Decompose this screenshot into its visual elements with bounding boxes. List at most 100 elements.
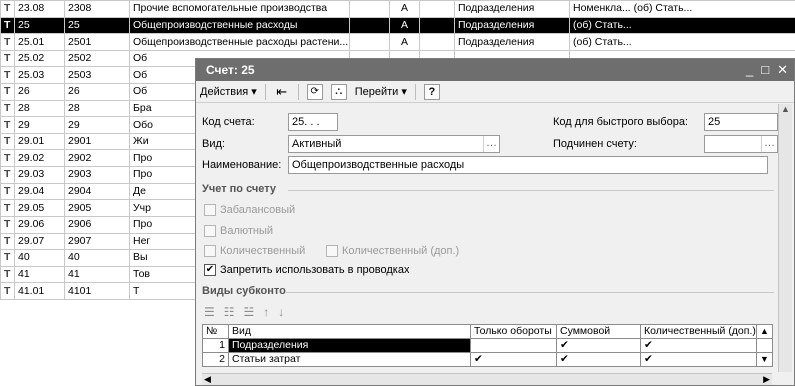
row-subconto-2: (об) Стать... (569, 33, 795, 51)
row-name: Общепроизводственные расходы (129, 16, 350, 35)
dialog-horizontal-scrollbar[interactable]: ◀ ▶ (202, 373, 772, 385)
quantity-checkbox[interactable]: Количественный (204, 245, 305, 257)
row-code: 28 (14, 99, 65, 118)
row-code-fast: 41 (64, 265, 130, 284)
structure-icon[interactable]: ⛬ (330, 83, 347, 100)
quick-code-input[interactable]: 25 (704, 113, 778, 131)
checkbox-box (326, 245, 338, 257)
quantity-extra-checkbox[interactable]: Количественный (доп.) (326, 245, 459, 257)
row-type-icon: Т (0, 66, 15, 85)
column-header[interactable]: Количественный (доп.) (640, 324, 757, 339)
row-type-icon: Т (0, 282, 15, 300)
row-code-fast: 40 (64, 249, 130, 267)
row-code: 26 (14, 83, 65, 101)
save-close-icon[interactable]: ⇤ (274, 84, 290, 100)
row-code: 29.05 (14, 199, 65, 217)
scroll-right-icon[interactable]: ▶ (763, 374, 770, 385)
checkbox-box (204, 204, 216, 216)
row-cell (419, 0, 455, 18)
row-code-fast: 29 (64, 116, 130, 134)
scroll-up-icon[interactable]: ▲ (756, 324, 773, 339)
table-row[interactable]: Т 25.01 2501 Общепроизводственные расходы р… (0, 33, 795, 51)
checkbox-box (204, 225, 216, 237)
forbid-postings-checkbox[interactable]: ✔ Запретить использовать в проводках (204, 264, 409, 276)
row-type-icon: Т (0, 132, 15, 151)
row-name: Прочие вспомогательные производства (129, 0, 350, 18)
row-cell (419, 16, 455, 35)
subconto-table: № Вид Только обороты Суммовой Количестве… (202, 324, 773, 367)
code-input[interactable]: 25. . . (288, 113, 338, 131)
move-down-icon[interactable]: ↓ (278, 305, 284, 319)
offbalance-checkbox[interactable]: Забалансовый (204, 204, 295, 216)
column-header[interactable]: Только обороты (470, 324, 557, 339)
column-header[interactable]: Вид (228, 324, 471, 339)
delete-row-icon[interactable]: ☷ (224, 305, 235, 319)
table-row[interactable]: 1 Подразделения ✔ ✔ (202, 338, 773, 353)
refresh-icon[interactable]: ⟳ (306, 83, 323, 100)
row-type-icon: Т (0, 265, 15, 284)
parent-label: Подчинен счету: (553, 138, 637, 150)
row-type-icon: Т (0, 199, 15, 217)
row-code: 41.01 (14, 282, 65, 300)
row-code: 25.01 (14, 33, 65, 51)
move-up-icon[interactable]: ↑ (263, 305, 269, 319)
actions-menu-button[interactable]: Действия ▾ (200, 85, 257, 99)
toolbar-separator (414, 83, 416, 100)
row-code-fast: 2904 (64, 182, 130, 201)
select-dots-icon[interactable]: … (761, 136, 777, 152)
table-row[interactable]: Т 25 25 Общепроизводственные расходы А Подраз… (0, 16, 795, 35)
row-activity: А (389, 33, 420, 51)
toolbar-separator (264, 83, 266, 100)
help-button[interactable]: ? (423, 83, 440, 100)
row-cell (349, 16, 390, 35)
row-code: 25.02 (14, 49, 65, 68)
row-code: 25 (14, 16, 65, 35)
select-dots-icon[interactable]: … (483, 136, 499, 152)
dialog-toolbar: Действия ▾ ⇤ ⟳ ⛬ Перейти ▾ ? (196, 81, 794, 103)
row-type-icon: Т (0, 83, 15, 101)
copy-row-icon[interactable]: ☱ (244, 305, 255, 319)
row-code: 29 (14, 116, 65, 134)
close-icon[interactable]: ✕ (777, 62, 788, 78)
row-code: 41 (14, 265, 65, 284)
row-subconto-1: Подразделения (454, 33, 570, 51)
row-code: 23.08 (14, 0, 65, 18)
toolbar-separator (297, 83, 299, 100)
kind-select[interactable]: Активный … (288, 135, 500, 153)
goto-menu-button[interactable]: Перейти ▾ (355, 85, 407, 99)
row-type-icon: Т (0, 149, 15, 168)
row-code: 29.04 (14, 182, 65, 201)
scroll-down-icon[interactable]: ▼ (756, 352, 773, 367)
row-type-icon: Т (0, 116, 15, 134)
row-code-fast: 2308 (64, 0, 130, 18)
row-code: 29.07 (14, 232, 65, 251)
table-row[interactable]: Т 23.08 2308 Прочие вспомогательные произво… (0, 0, 795, 18)
row-code: 29.02 (14, 149, 65, 168)
table-row[interactable]: 2 Статьи затрат ✔ ✔ ✔ ▼ (202, 352, 773, 367)
dialog-scrollbar[interactable]: ▲ (778, 104, 792, 372)
quick-code-label: Код для быстрого выбора: (553, 116, 688, 128)
add-row-icon[interactable]: ☰ (204, 305, 215, 319)
code-label: Код счета: (202, 116, 255, 128)
row-code-fast: 25 (64, 16, 130, 35)
checkbox-box (204, 245, 216, 257)
scroll-up-icon[interactable]: ▲ (779, 104, 792, 114)
row-code-fast: 2901 (64, 132, 130, 151)
row-code-fast: 4101 (64, 282, 130, 300)
section-divider (286, 292, 774, 293)
minimize-icon[interactable]: _ (746, 62, 753, 78)
column-header[interactable]: № (202, 324, 229, 339)
row-type-icon: Т (0, 16, 15, 35)
currency-checkbox[interactable]: Валютный (204, 225, 273, 237)
maximize-icon[interactable]: □ (761, 62, 769, 78)
column-header[interactable]: Суммовой (556, 324, 641, 339)
row-code-fast: 2906 (64, 215, 130, 234)
name-input[interactable]: Общепроизводственные расходы (288, 156, 768, 174)
row-cell (349, 33, 390, 51)
dialog-titlebar[interactable]: Счет: 25 _ □ ✕ (196, 59, 794, 81)
row-code-fast: 2503 (64, 66, 130, 85)
parent-input[interactable]: … (704, 135, 778, 153)
scroll-left-icon[interactable]: ◀ (204, 374, 211, 385)
row-subconto-2: Номенкла... (об) Стать... (569, 0, 795, 18)
row-type-icon: Т (0, 232, 15, 251)
